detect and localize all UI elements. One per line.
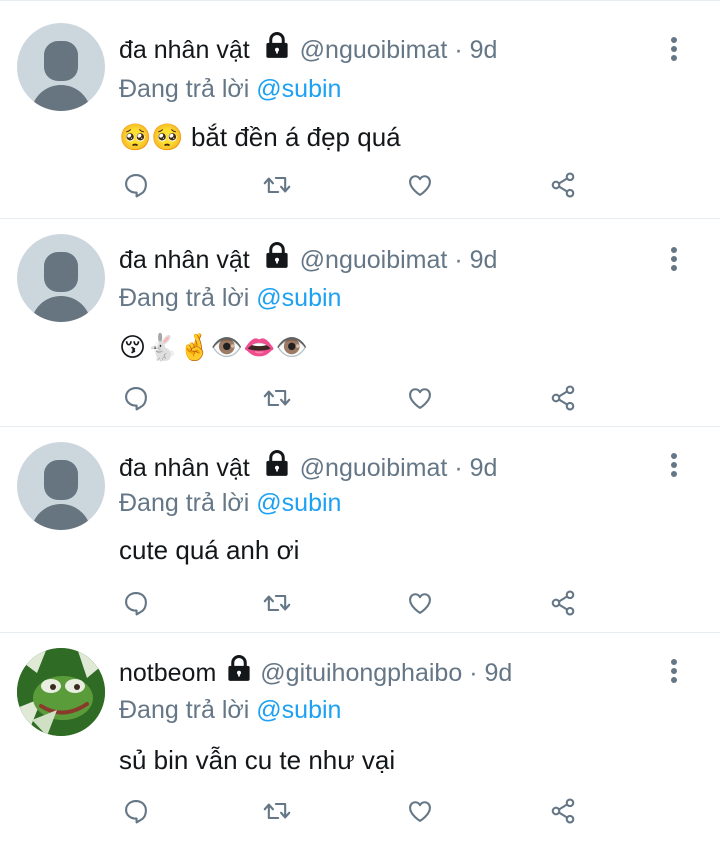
separator: · (454, 246, 463, 274)
frog-avatar-image (17, 648, 105, 736)
lock-icon (262, 241, 292, 281)
avatar-head-shape (44, 252, 78, 292)
reply-mention[interactable]: @subin (256, 75, 341, 103)
share-icon[interactable] (545, 585, 581, 621)
reply-bubble-icon[interactable] (118, 585, 154, 621)
reply-prefix: Đang trả lời (119, 284, 250, 312)
share-icon[interactable] (545, 380, 581, 416)
reply-bubble-icon[interactable] (118, 793, 154, 829)
timestamp[interactable]: 9d (470, 246, 498, 274)
reply-prefix: Đang trả lời (119, 696, 250, 724)
reply-context: Đang trả lời @subin (119, 71, 341, 107)
reply-bubble-icon[interactable] (118, 380, 154, 416)
tweet-text: sủ bin vẫn cu te như vại (119, 745, 396, 775)
reply-context: Đang trả lời @subin (119, 280, 341, 316)
user-handle[interactable]: @gituihongphaibo (260, 659, 462, 687)
separator: · (469, 659, 478, 687)
reply-feed: đa nhân vật @nguoibimat · 9d Đang trả lời… (0, 0, 720, 841)
lock-icon (262, 449, 292, 489)
avatar[interactable] (17, 234, 105, 322)
tweet-text: 😚🐇🤞👁️👄👁️ (119, 332, 308, 362)
reply-mention[interactable]: @subin (256, 696, 341, 724)
tweet-actions (118, 167, 588, 207)
reply-mention[interactable]: @subin (256, 489, 341, 517)
tweet-actions (118, 585, 588, 625)
display-name[interactable]: đa nhân vật (119, 454, 250, 482)
display-name[interactable]: đa nhân vật (119, 36, 250, 64)
heart-icon[interactable] (402, 380, 438, 416)
more-vertical-icon[interactable] (664, 245, 684, 275)
avatar-body-shape (31, 504, 91, 530)
avatar[interactable] (17, 23, 105, 111)
tweet-header: notbeom @gituihongphaibo · 9d (119, 654, 512, 694)
retweet-icon[interactable] (259, 585, 295, 621)
tweet-actions (118, 380, 588, 420)
tweet-text: cute quá anh ơi (119, 535, 300, 565)
reply-context: Đang trả lời @subin (119, 485, 341, 521)
lock-icon (224, 654, 254, 694)
tweet-text: 🥺🥺 bắt đền á đẹp quá (119, 122, 401, 152)
retweet-icon[interactable] (259, 793, 295, 829)
avatar-head-shape (44, 460, 78, 500)
avatar-head-shape (44, 41, 78, 81)
separator: · (454, 454, 463, 482)
display-name[interactable]: đa nhân vật (119, 246, 250, 274)
tweet-header: đa nhân vật @nguoibimat · 9d (119, 31, 497, 71)
tweet[interactable]: notbeom @gituihongphaibo · 9d Đang trả lờ… (0, 633, 720, 841)
user-handle[interactable]: @nguoibimat (300, 454, 448, 482)
avatar-body-shape (31, 296, 91, 322)
retweet-icon[interactable] (259, 167, 295, 203)
retweet-icon[interactable] (259, 380, 295, 416)
separator: · (454, 36, 463, 64)
heart-icon[interactable] (402, 793, 438, 829)
avatar[interactable] (17, 442, 105, 530)
user-handle[interactable]: @nguoibimat (300, 246, 448, 274)
tweet[interactable]: đa nhân vật @nguoibimat · 9d Đang trả lời… (0, 219, 720, 427)
timestamp[interactable]: 9d (484, 659, 512, 687)
reply-prefix: Đang trả lời (119, 75, 250, 103)
tweet-header: đa nhân vật @nguoibimat · 9d (119, 449, 497, 489)
more-vertical-icon[interactable] (664, 35, 684, 65)
heart-icon[interactable] (402, 585, 438, 621)
timestamp[interactable]: 9d (470, 36, 498, 64)
reply-bubble-icon[interactable] (118, 167, 154, 203)
tweet[interactable]: đa nhân vật @nguoibimat · 9d Đang trả lời… (0, 0, 720, 219)
lock-icon (262, 31, 292, 71)
user-handle[interactable]: @nguoibimat (300, 36, 448, 64)
heart-icon[interactable] (402, 167, 438, 203)
tweet-actions (118, 793, 588, 833)
reply-context: Đang trả lời @subin (119, 692, 341, 728)
reply-mention[interactable]: @subin (256, 284, 341, 312)
reply-prefix: Đang trả lời (119, 489, 250, 517)
share-icon[interactable] (545, 167, 581, 203)
avatar[interactable] (17, 648, 105, 736)
tweet[interactable]: đa nhân vật @nguoibimat · 9d Đang trả lời… (0, 427, 720, 633)
timestamp[interactable]: 9d (470, 454, 498, 482)
avatar-body-shape (31, 85, 91, 111)
share-icon[interactable] (545, 793, 581, 829)
display-name[interactable]: notbeom (119, 659, 216, 687)
more-vertical-icon[interactable] (664, 657, 684, 687)
tweet-header: đa nhân vật @nguoibimat · 9d (119, 241, 497, 281)
more-vertical-icon[interactable] (664, 451, 684, 481)
